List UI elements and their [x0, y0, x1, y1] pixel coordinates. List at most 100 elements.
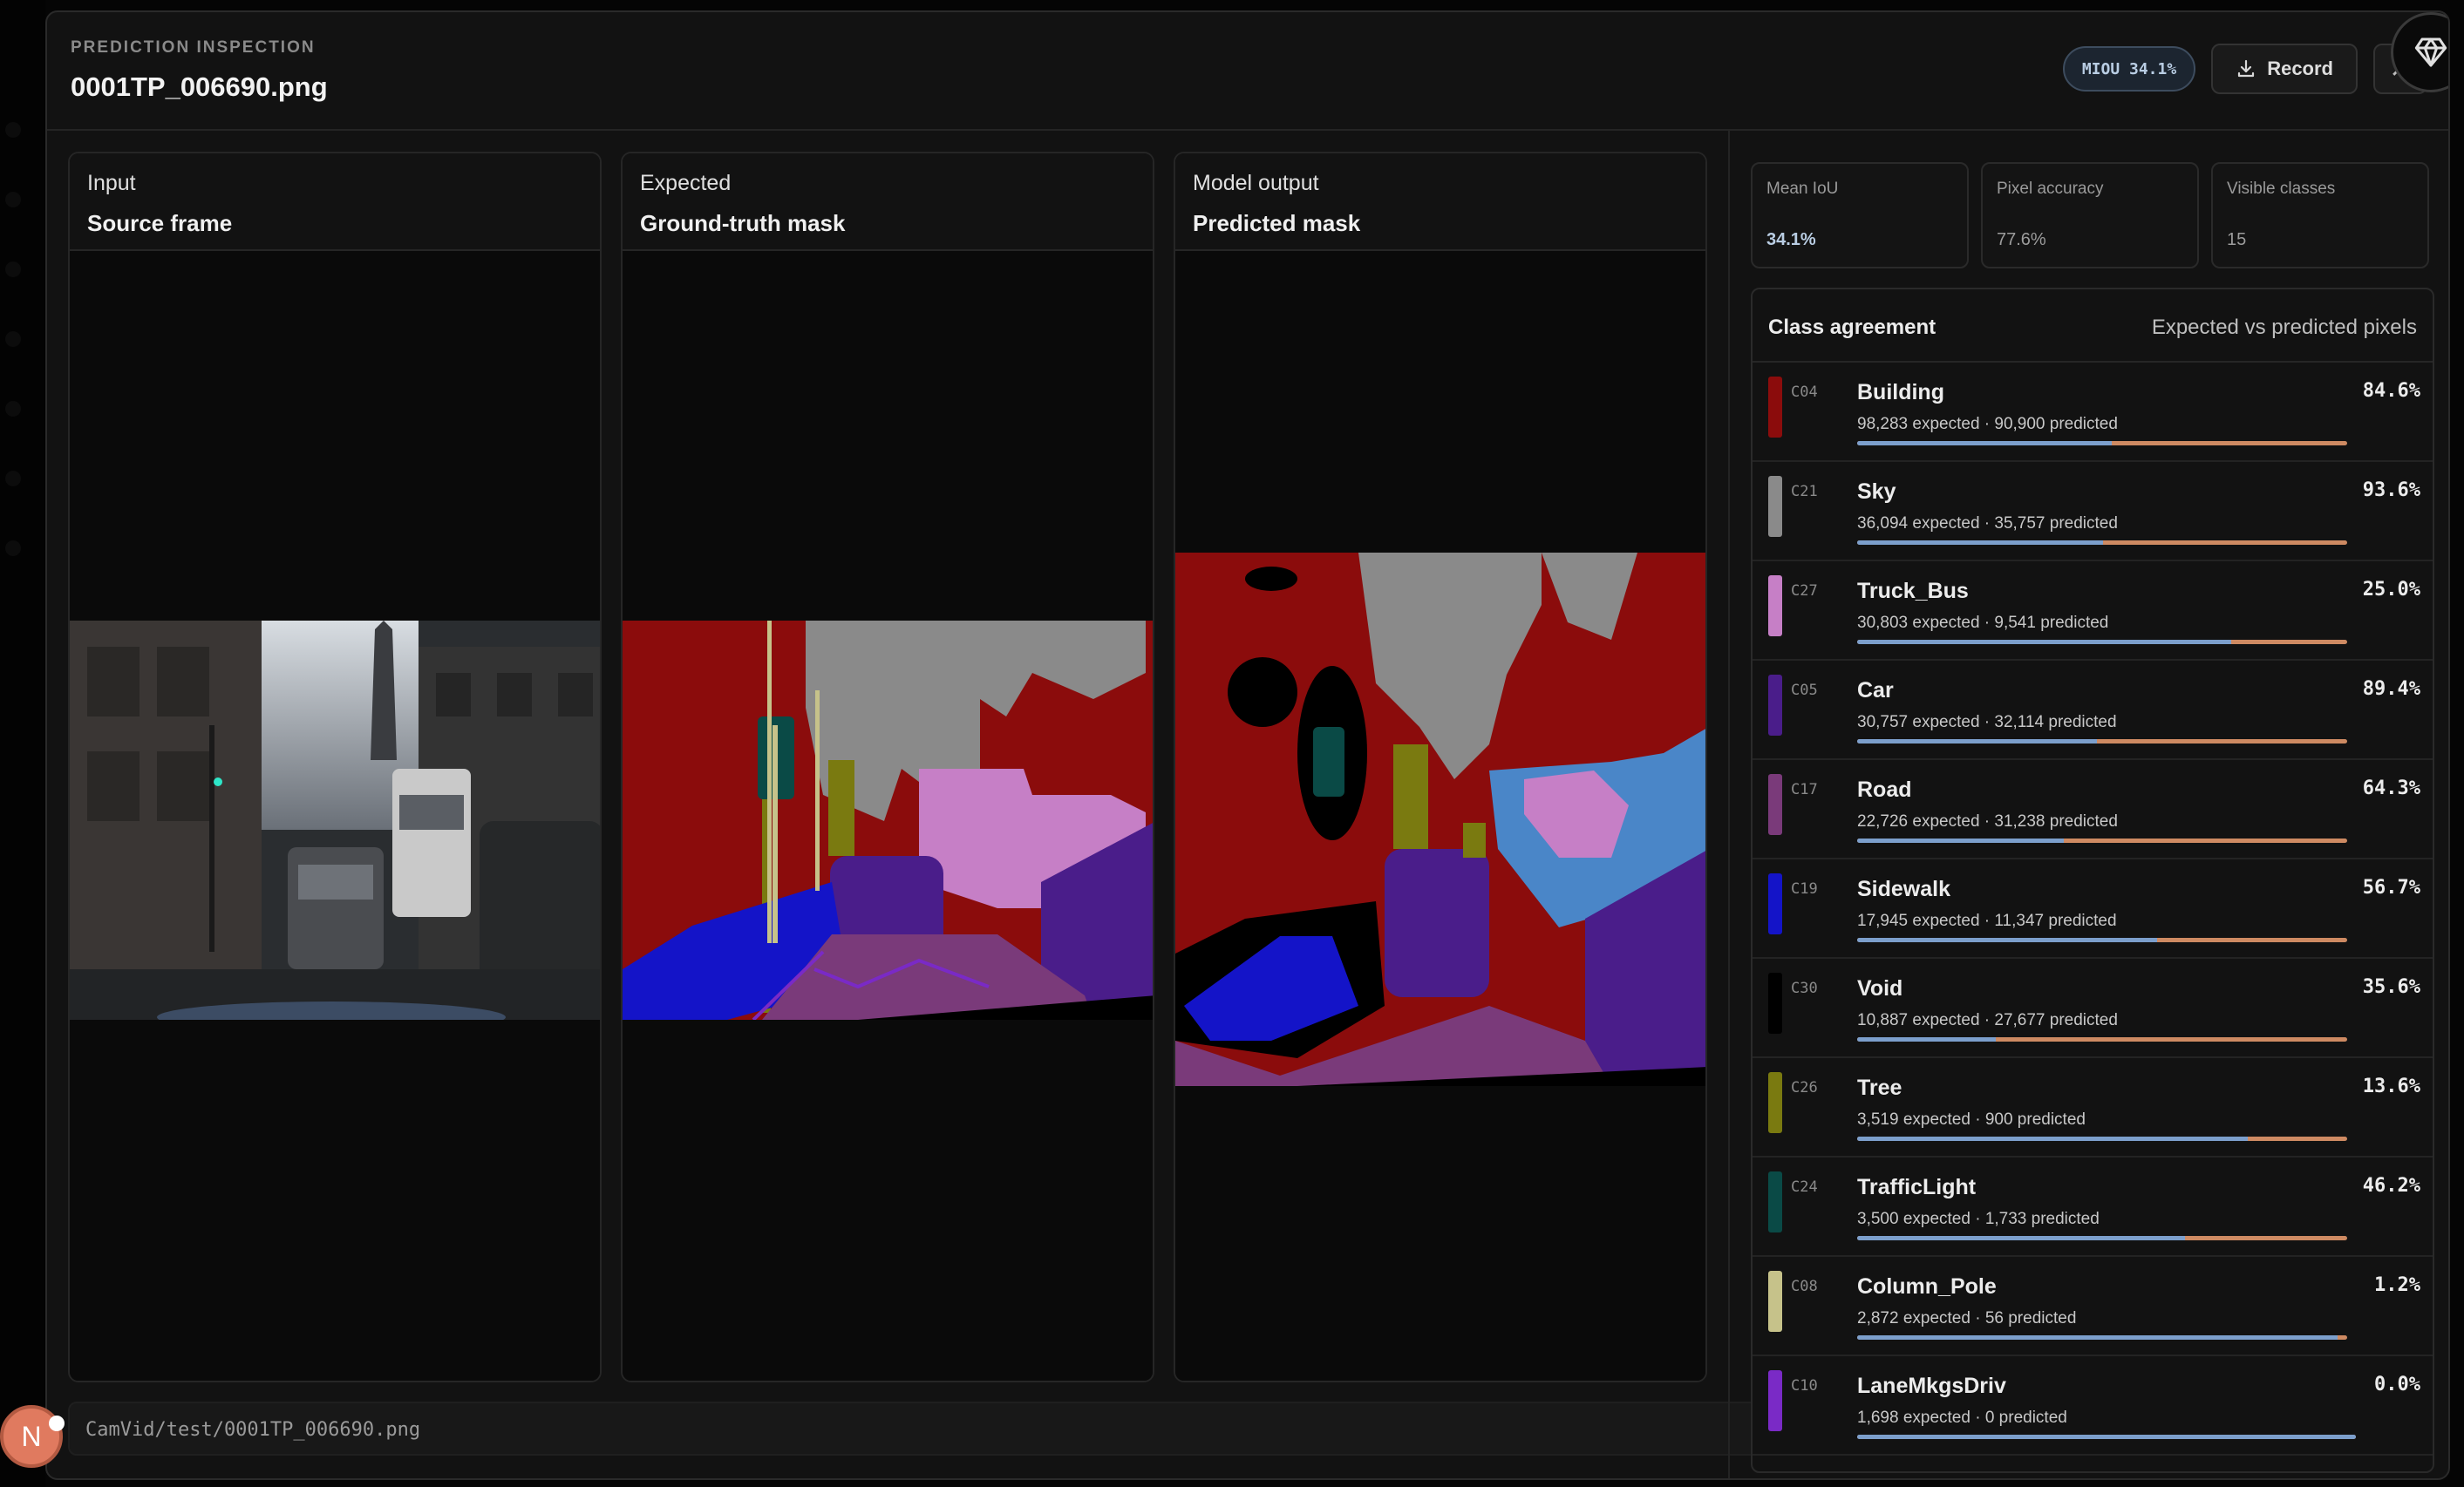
avatar-initial: N — [21, 1420, 42, 1452]
class-row[interactable]: C10 LaneMkgsDriv 1,698 expected · 0 predic… — [1753, 1356, 2433, 1456]
class-agreement-bar — [1857, 1236, 2347, 1240]
class-agreement-note: Expected vs predicted pixels — [2151, 316, 2417, 339]
class-agreement-list: Class agreement Expected vs predicted pi… — [1751, 288, 2434, 1473]
panel-subtitle: Ground-truth mask — [640, 210, 846, 236]
class-row[interactable]: C04 Building 98,283 expected · 90,900 pred… — [1753, 363, 2433, 462]
class-agreement-bar — [1857, 540, 2347, 545]
panel-header: Model output Predicted mask — [1175, 153, 1705, 251]
stat-pixel-accuracy: Pixel accuracy 77.6% — [1981, 162, 2199, 268]
class-agreement-bar — [1857, 739, 2347, 744]
stat-label: Mean IoU — [1766, 180, 1839, 198]
class-row[interactable]: C26 Tree 3,519 expected · 900 predicted 13.… — [1753, 1058, 2433, 1158]
expected-fill — [1857, 938, 2158, 942]
panel-header: Expected Ground-truth mask — [623, 153, 1153, 251]
class-color-swatch — [1768, 575, 1782, 636]
panel-kicker: Expected — [640, 171, 732, 195]
stat-visible-classes: Visible classes 15 — [2211, 162, 2429, 268]
rail-icon — [5, 471, 21, 486]
class-name: Tree — [1857, 1076, 1902, 1100]
avatar[interactable]: N — [0, 1405, 63, 1468]
class-agreement-bar — [1857, 441, 2347, 445]
expected-fill — [1857, 1137, 2248, 1141]
class-name: Sky — [1857, 479, 1896, 504]
class-iou: 56.7% — [2362, 877, 2420, 899]
rail-icon — [5, 122, 21, 138]
stat-value: 34.1% — [1766, 230, 1816, 249]
panel-body — [70, 251, 600, 1381]
class-row[interactable]: C08 Column_Pole 2,872 expected · 56 predic… — [1753, 1257, 2433, 1356]
class-counts: 3,500 expected · 1,733 predicted — [1857, 1210, 2100, 1228]
class-color-swatch — [1768, 873, 1782, 934]
class-row[interactable]: C05 Car 30,757 expected · 32,114 predicted… — [1753, 661, 2433, 760]
panel-kicker: Model output — [1193, 171, 1319, 195]
modal-header: PREDICTION INSPECTION 0001TP_006690.png … — [47, 12, 2448, 131]
expected-fill — [1857, 640, 2232, 644]
panel-header: Input Source frame — [70, 153, 600, 251]
class-counts: 30,803 expected · 9,541 predicted — [1857, 614, 2109, 632]
record-button[interactable]: Record — [2211, 44, 2358, 94]
expected-fill — [1857, 1335, 2338, 1340]
class-iou: 35.6% — [2362, 976, 2420, 998]
rail-icon — [5, 192, 21, 207]
class-code: C17 — [1791, 781, 1818, 798]
record-button-label: Record — [2267, 58, 2333, 79]
modal-title: 0001TP_006690.png — [71, 71, 328, 102]
file-path: CamVid/test/0001TP_006690.png — [85, 1419, 421, 1441]
class-counts: 22,726 expected · 31,238 predicted — [1857, 812, 2118, 831]
expected-fill — [1857, 739, 2097, 744]
class-agreement-header: Class agreement Expected vs predicted pi… — [1753, 289, 2433, 363]
class-agreement-bar — [1857, 1037, 2347, 1042]
panel-body — [623, 251, 1153, 1381]
class-code: C27 — [1791, 582, 1818, 600]
class-agreement-title: Class agreement — [1768, 316, 1936, 339]
expected-fill — [1857, 839, 2064, 843]
class-code: C10 — [1791, 1377, 1818, 1395]
expected-fill — [1857, 1037, 1996, 1042]
rail-icon — [5, 401, 21, 417]
panel-model-output: Model output Predicted mask — [1174, 152, 1707, 1382]
panel-expected: Expected Ground-truth mask — [621, 152, 1154, 1382]
class-iou: 13.6% — [2362, 1076, 2420, 1097]
class-code: C24 — [1791, 1178, 1818, 1196]
class-row[interactable]: C21 Sky 36,094 expected · 35,757 predicted… — [1753, 462, 2433, 561]
class-row[interactable]: C17 Road 22,726 expected · 31,238 predicte… — [1753, 760, 2433, 859]
class-counts: 36,094 expected · 35,757 predicted — [1857, 514, 2118, 533]
class-row[interactable]: C30 Void 10,887 expected · 27,677 predicte… — [1753, 959, 2433, 1058]
class-iou: 1.2% — [2374, 1274, 2420, 1296]
class-color-swatch — [1768, 973, 1782, 1034]
class-name: LaneMkgsDriv — [1857, 1374, 2006, 1398]
class-row[interactable]: C24 TrafficLight 3,500 expected · 1,733 pr… — [1753, 1158, 2433, 1257]
stat-value: 77.6% — [1997, 230, 2046, 249]
class-row[interactable]: C19 Sidewalk 17,945 expected · 11,347 pred… — [1753, 859, 2433, 959]
class-rows: C04 Building 98,283 expected · 90,900 pred… — [1753, 363, 2433, 1456]
status-dot — [49, 1416, 65, 1431]
class-code: C04 — [1791, 384, 1818, 401]
class-counts: 10,887 expected · 27,677 predicted — [1857, 1011, 2118, 1029]
file-path-bar: CamVid/test/0001TP_006690.png — [68, 1402, 1772, 1456]
download-icon — [2238, 59, 2255, 78]
class-counts: 2,872 expected · 56 predicted — [1857, 1309, 2077, 1327]
class-agreement-bar — [1857, 839, 2347, 843]
rail-icon — [5, 540, 21, 556]
panel-input: Input Source frame — [68, 152, 602, 1382]
class-agreement-bar — [1857, 640, 2347, 644]
class-name: Building — [1857, 380, 1944, 404]
class-code: C30 — [1791, 980, 1818, 997]
class-color-swatch — [1768, 1171, 1782, 1232]
class-counts: 1,698 expected · 0 predicted — [1857, 1409, 2067, 1427]
class-color-swatch — [1768, 1370, 1782, 1431]
class-agreement-bar — [1857, 1335, 2347, 1340]
panel-kicker: Input — [87, 171, 136, 195]
class-iou: 25.0% — [2362, 579, 2420, 601]
class-color-swatch — [1768, 774, 1782, 835]
class-row[interactable]: C27 Truck_Bus 30,803 expected · 9,541 pred… — [1753, 561, 2433, 661]
class-counts: 30,757 expected · 32,114 predicted — [1857, 713, 2117, 731]
source-frame-image — [70, 621, 600, 1020]
panel-subtitle: Predicted mask — [1193, 210, 1361, 236]
class-name: Column_Pole — [1857, 1274, 1997, 1299]
class-iou: 89.4% — [2362, 678, 2420, 700]
class-agreement-bar — [1857, 938, 2347, 942]
class-counts: 98,283 expected · 90,900 predicted — [1857, 415, 2118, 433]
stat-label: Visible classes — [2227, 180, 2336, 198]
class-code: C05 — [1791, 682, 1818, 699]
